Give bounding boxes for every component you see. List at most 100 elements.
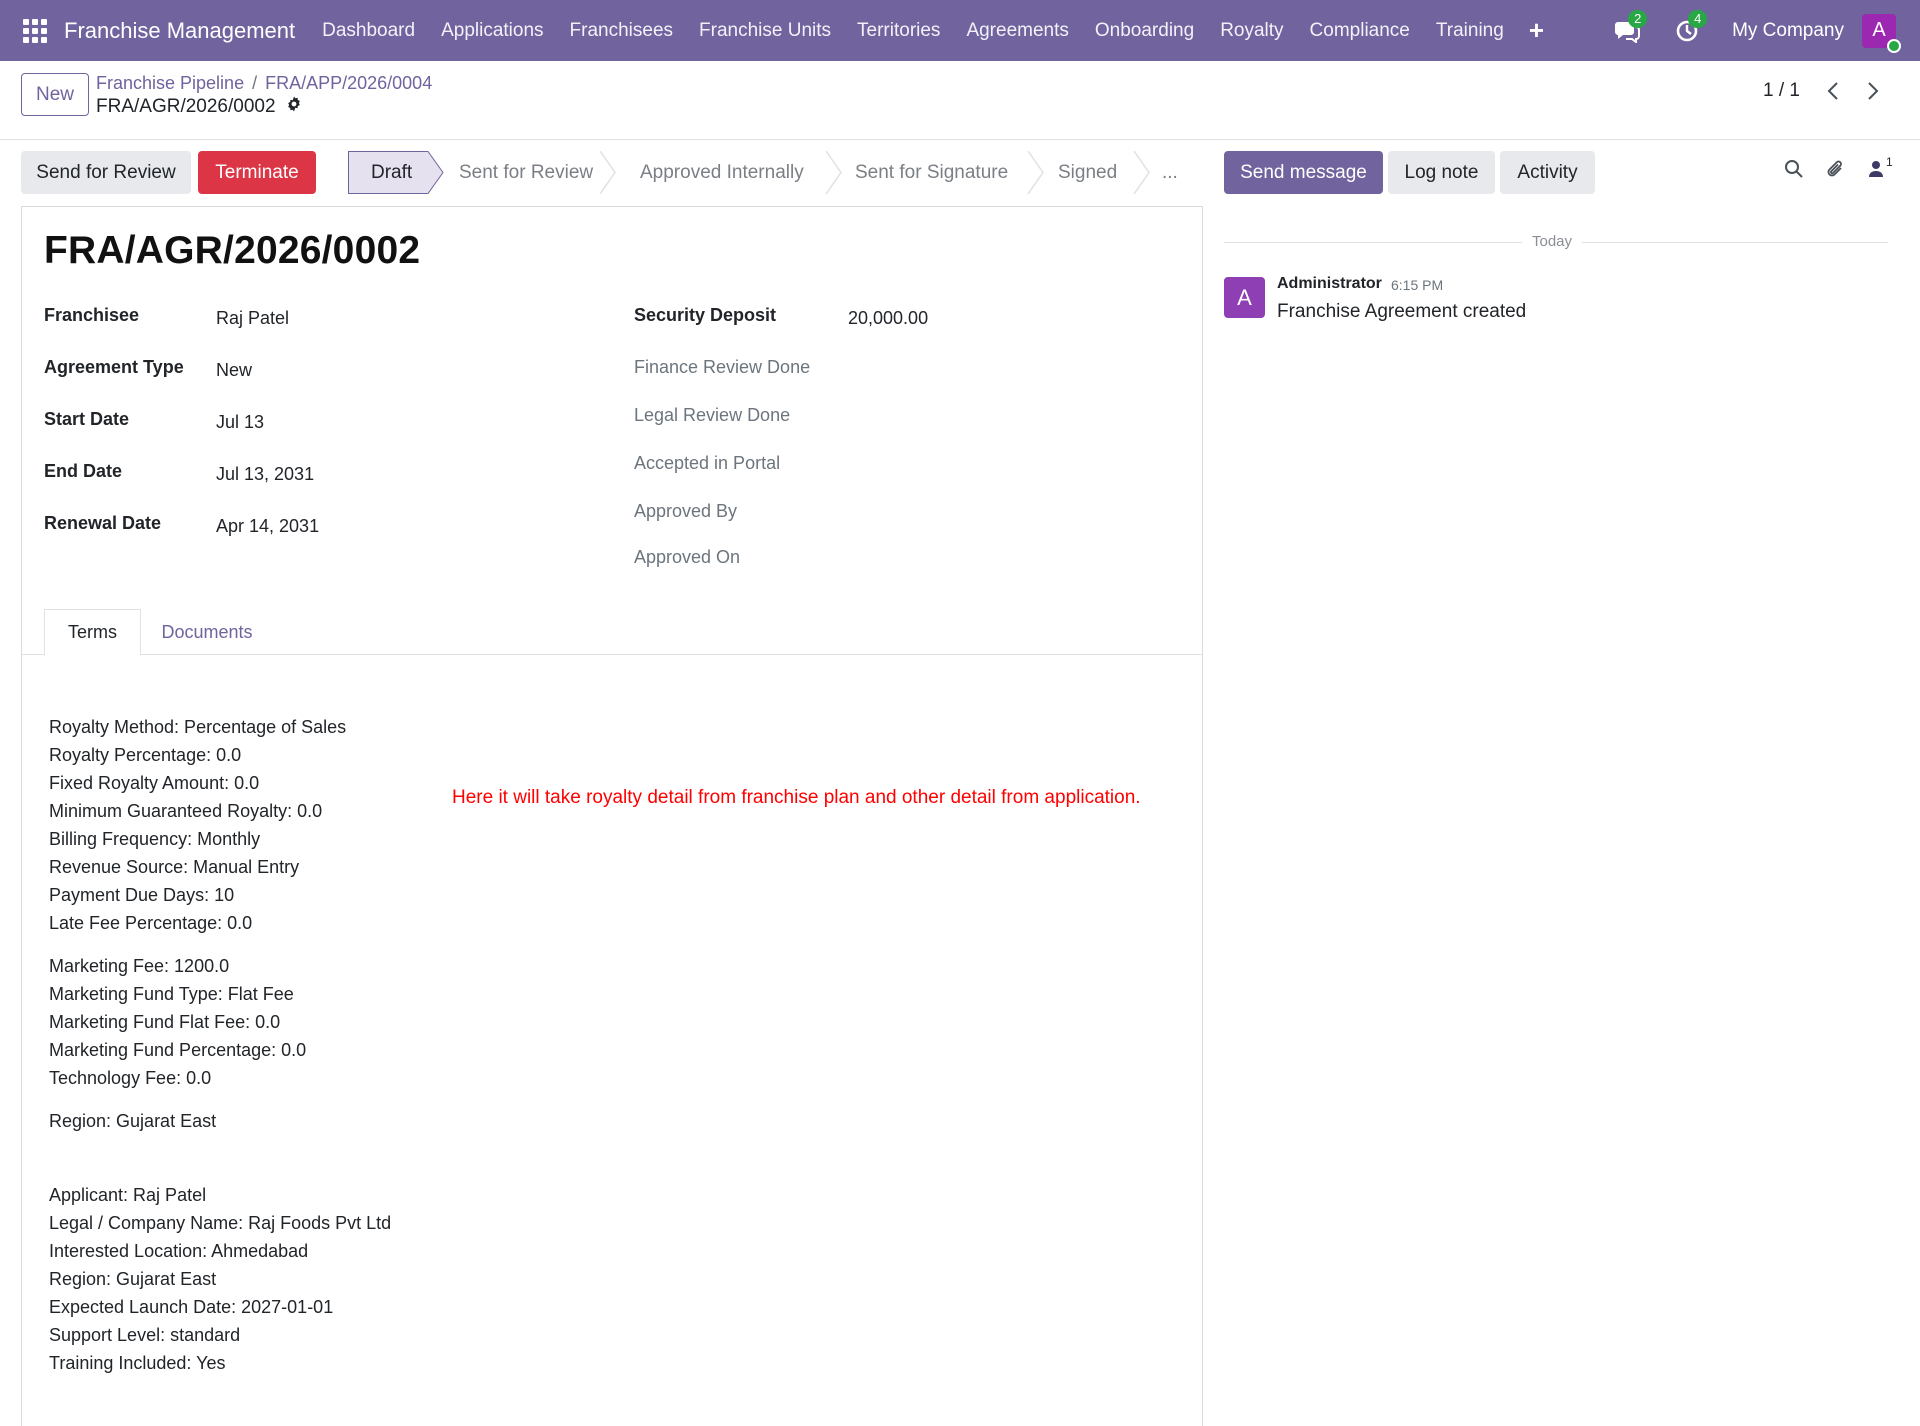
terms-block-region: Region: Gujarat East — [49, 1107, 216, 1135]
menu-applications[interactable]: Applications — [428, 20, 556, 42]
menu-compliance[interactable]: Compliance — [1297, 20, 1423, 42]
activities-badge: 4 — [1688, 9, 1708, 28]
notebook-tabs: Terms Documents — [22, 602, 1202, 656]
start-date-label: Start Date — [44, 409, 130, 429]
terms-line: Marketing Fee: 1200.0 — [49, 956, 230, 976]
send-message-button[interactable]: Send message — [1224, 151, 1383, 194]
app-grid-icon[interactable] — [23, 18, 47, 43]
chevron-right-icon[interactable] — [1866, 81, 1880, 101]
agreement-type-value[interactable]: New — [216, 360, 252, 381]
breadcrumb-pipeline[interactable]: Franchise Pipeline — [96, 73, 244, 94]
approved-by-label: Approved By — [634, 501, 738, 521]
message-avatar[interactable]: A — [1224, 277, 1265, 318]
terminate-button[interactable]: Terminate — [198, 151, 316, 194]
terms-line: Marketing Fund Flat Fee: 0.0 — [49, 1012, 281, 1032]
messaging-icon[interactable]: 2 — [1612, 9, 1648, 46]
approved-on-label: Approved On — [634, 547, 741, 567]
terms-line: Legal / Company Name: Raj Foods Pvt Ltd — [49, 1213, 392, 1233]
legal-review-done-label: Legal Review Done — [634, 405, 791, 425]
end-date-label: End Date — [44, 461, 123, 481]
search-icon[interactable] — [1784, 159, 1804, 184]
terms-block-applicant: Applicant: Raj Patel Legal / Company Nam… — [49, 1181, 391, 1377]
menu-dashboard[interactable]: Dashboard — [309, 20, 428, 42]
terms-line: Royalty Percentage: 0.0 — [49, 745, 242, 765]
stage-approved-internally[interactable]: Approved Internally — [640, 151, 804, 194]
user-avatar[interactable]: A — [1862, 13, 1901, 53]
menu-onboarding[interactable]: Onboarding — [1082, 20, 1207, 42]
app-brand[interactable]: Franchise Management — [64, 18, 295, 44]
terms-line: Marketing Fund Type: Flat Fee — [49, 984, 294, 1004]
log-note-button[interactable]: Log note — [1388, 151, 1495, 194]
user-initial: A — [1872, 19, 1886, 41]
terms-line: Royalty Method: Percentage of Sales — [49, 717, 347, 737]
main-menu: Dashboard Applications Franchisees Franc… — [309, 20, 1517, 42]
terms-line: Revenue Source: Manual Entry — [49, 857, 300, 877]
stage-draft[interactable]: Draft — [371, 151, 412, 194]
message-author[interactable]: Administrator — [1277, 275, 1382, 293]
tab-terms[interactable]: Terms — [44, 609, 141, 656]
menu-royalty[interactable]: Royalty — [1207, 20, 1296, 42]
stage-sent-for-signature[interactable]: Sent for Signature — [855, 151, 1008, 194]
franchisee-value[interactable]: Raj Patel — [216, 308, 289, 329]
end-date-value[interactable]: Jul 13, 2031 — [216, 464, 314, 485]
control-panel-divider — [0, 139, 1920, 140]
annotation-note: Here it will take royalty detail from fr… — [452, 787, 1141, 808]
agreement-type-label: Agreement Type — [44, 357, 184, 377]
terms-line: Training Included: Yes — [49, 1353, 226, 1373]
company-switcher[interactable]: My Company — [1732, 20, 1844, 42]
terms-line: Late Fee Percentage: 0.0 — [49, 913, 253, 933]
pager-value[interactable]: 1 / 1 — [1763, 80, 1800, 102]
terms-line: Applicant: Raj Patel — [49, 1185, 207, 1205]
terms-block-royalty: Royalty Method: Percentage of Sales Roya… — [49, 713, 346, 937]
followers-count: 1 — [1886, 155, 1893, 169]
renewal-date-value[interactable]: Apr 14, 2031 — [216, 516, 319, 537]
accepted-in-portal-label: Accepted in Portal — [634, 453, 781, 473]
date-separator: Today — [1522, 233, 1583, 250]
terms-line: Region: Gujarat East — [49, 1111, 217, 1131]
message-avatar-initial: A — [1237, 284, 1252, 310]
breadcrumb-separator: / — [252, 73, 258, 93]
breadcrumb-application[interactable]: FRA/APP/2026/0004 — [265, 73, 432, 94]
chevron-left-icon[interactable] — [1826, 81, 1840, 101]
stage-more[interactable]: ... — [1162, 151, 1178, 194]
terms-line: Region: Gujarat East — [49, 1269, 217, 1289]
chatter-tools: 1 — [1784, 155, 1893, 185]
messages-badge: 2 — [1628, 9, 1648, 28]
activity-clock-icon[interactable]: 4 — [1672, 9, 1708, 46]
paperclip-icon[interactable] — [1826, 158, 1846, 185]
terms-line: Technology Fee: 0.0 — [49, 1068, 212, 1088]
tab-documents[interactable]: Documents — [152, 609, 262, 656]
terms-line: Marketing Fund Percentage: 0.0 — [49, 1040, 307, 1060]
menu-territories[interactable]: Territories — [844, 20, 953, 42]
terms-block-marketing: Marketing Fee: 1200.0 Marketing Fund Typ… — [49, 952, 306, 1092]
menu-training[interactable]: Training — [1423, 20, 1517, 42]
top-navbar: Franchise Management Dashboard Applicati… — [0, 0, 1920, 61]
activity-button[interactable]: Activity — [1500, 151, 1595, 194]
terms-line: Interested Location: Ahmedabad — [49, 1241, 309, 1261]
stage-sent-for-review[interactable]: Sent for Review — [459, 151, 593, 194]
stage-signed[interactable]: Signed — [1058, 151, 1117, 194]
terms-line: Fixed Royalty Amount: 0.0 — [49, 773, 260, 793]
menu-franchisees[interactable]: Franchisees — [557, 20, 687, 42]
terms-line: Expected Launch Date: 2027-01-01 — [49, 1297, 334, 1317]
record-name: FRA/AGR/2026/0002 — [96, 96, 276, 117]
menu-franchise-units[interactable]: Franchise Units — [686, 20, 844, 42]
record-title: FRA/AGR/2026/0002 — [96, 96, 302, 118]
terms-line: Billing Frequency: Monthly — [49, 829, 261, 849]
start-date-value[interactable]: Jul 13 — [216, 412, 264, 433]
pager: 1 / 1 — [1763, 80, 1880, 102]
plus-icon[interactable]: + — [1529, 15, 1544, 46]
security-deposit-value[interactable]: 20,000.00 — [848, 308, 928, 329]
agreement-title: FRA/AGR/2026/0002 — [44, 229, 421, 272]
new-button[interactable]: New — [21, 73, 89, 116]
finance-review-done-label: Finance Review Done — [634, 357, 811, 377]
form-sheet: FRA/AGR/2026/0002 Franchisee Raj Patel A… — [21, 206, 1203, 1426]
message-time: 6:15 PM — [1391, 277, 1444, 293]
menu-agreements[interactable]: Agreements — [953, 20, 1081, 42]
send-for-review-button[interactable]: Send for Review — [21, 151, 191, 194]
renewal-date-label: Renewal Date — [44, 513, 162, 533]
terms-line: Minimum Guaranteed Royalty: 0.0 — [49, 801, 323, 821]
gear-icon[interactable] — [286, 96, 302, 118]
followers-button[interactable]: 1 — [1868, 155, 1893, 183]
terms-line: Support Level: standard — [49, 1325, 241, 1345]
